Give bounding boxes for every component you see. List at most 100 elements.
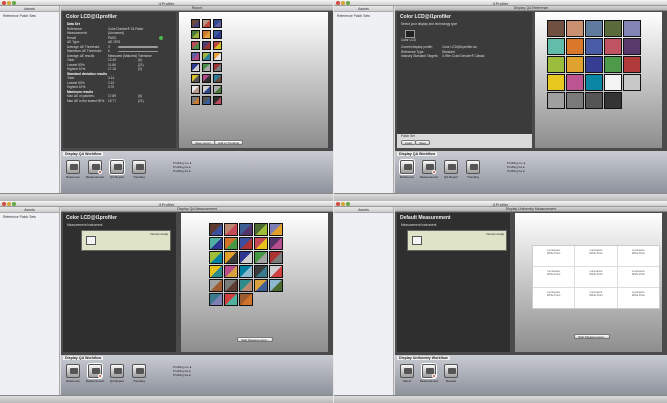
load-button[interactable]: Load xyxy=(401,140,416,145)
workflow-step[interactable]: Reference xyxy=(399,160,415,179)
color-patch xyxy=(202,52,211,61)
workflow-steps: Reference Measurement QA Report Trending xyxy=(399,160,481,179)
color-patch xyxy=(209,265,223,278)
workflow-step[interactable]: Measurement xyxy=(420,160,438,179)
row-value-2: (21) xyxy=(138,62,144,67)
row-label: Lowest 90%: xyxy=(67,80,86,85)
color-patch xyxy=(254,279,268,292)
window-report: i1Profiler Assets Reference Patch Sets +… xyxy=(0,0,333,201)
bottom-bar xyxy=(334,193,667,201)
workflow-step[interactable]: Measurement xyxy=(86,364,104,383)
color-patch xyxy=(239,279,253,292)
workflow-step[interactable]: Results xyxy=(443,364,459,383)
step-icon xyxy=(66,160,80,174)
workflow-step[interactable]: Select xyxy=(399,364,415,383)
workflow-option[interactable]: Profiling ba ● xyxy=(173,169,192,173)
start-measurement-button[interactable]: Start Measurement... xyxy=(574,334,611,339)
row-value: ColorChecker® 24 Patch xyxy=(108,26,144,31)
sidebar-item-reference-patch-sets[interactable]: Reference Patch Sets xyxy=(0,213,59,221)
uniformity-cell: Luminance White Point xyxy=(617,288,659,308)
patch-stage: Start Measurement... xyxy=(181,213,328,352)
step-label: Reference xyxy=(66,175,80,179)
color-patch xyxy=(604,38,622,55)
color-patch xyxy=(623,56,641,73)
workflow-step[interactable]: Measurement xyxy=(86,160,104,179)
threshold-slider[interactable] xyxy=(118,46,158,48)
threshold-slider[interactable] xyxy=(118,50,158,52)
assets-sidebar: Assets Reference Patch Sets + ⚙ − xyxy=(0,207,60,403)
section-header: Display QA Reference xyxy=(395,6,667,11)
row-label: Reference Type: xyxy=(401,49,425,54)
workflow-option[interactable]: Profiling ba ● xyxy=(173,373,192,377)
workflow-step[interactable]: Reference xyxy=(65,160,81,179)
step-icon xyxy=(132,364,146,378)
main-area: Display QA Measurement Color LCD@i1profi… xyxy=(61,207,333,355)
uniformity-cell: Luminance White Point xyxy=(617,246,659,266)
device-status: Device ready xyxy=(486,232,504,236)
row-value: 11.66 xyxy=(108,62,116,67)
workflow-steps: Select Measurement Results xyxy=(399,364,459,383)
start-measurement-button[interactable]: Start Measurement... xyxy=(237,337,274,342)
color-patch xyxy=(209,279,223,292)
workflow-step[interactable]: Trending xyxy=(465,160,481,179)
color-patch xyxy=(566,20,584,37)
color-patch xyxy=(213,52,222,61)
reference-rows: Current display profile: Color LCD@i1prof… xyxy=(397,45,532,59)
row-label: ΔE Type: xyxy=(67,40,80,44)
workflow-bar: Display QA Workflow Reference Measurement… xyxy=(61,151,333,193)
step-icon xyxy=(110,160,124,174)
uniformity-grid: Luminance White Point Luminance White Point… xyxy=(532,245,660,309)
color-patch xyxy=(202,30,211,39)
color-patch xyxy=(224,293,238,306)
bottom-bar xyxy=(0,395,333,403)
white-point-label: White Point xyxy=(547,294,561,297)
step-label: QA Report xyxy=(443,175,458,179)
color-patch xyxy=(623,20,641,37)
color-patch xyxy=(213,74,222,83)
row-value: 17.15 xyxy=(108,67,116,71)
color-patch xyxy=(202,74,211,83)
workflow-step[interactable]: Reference xyxy=(65,364,81,383)
color-patch xyxy=(254,237,268,250)
row-value-2: (21) xyxy=(138,98,144,103)
color-patch xyxy=(224,265,238,278)
color-patch xyxy=(604,20,622,37)
white-point-label: White Point xyxy=(631,273,645,276)
save-button[interactable]: Save xyxy=(415,140,430,145)
color-patch xyxy=(269,279,283,292)
workflow-step[interactable]: QA Report xyxy=(443,160,459,179)
assets-sidebar: Assets Reference Patch Sets + ⚙ − xyxy=(0,6,60,201)
color-patch xyxy=(254,251,268,264)
color-patch xyxy=(191,52,200,61)
row-value: 12.49 xyxy=(108,58,116,62)
report-panel: Color LCD@i1profiler Data Set Reference: C… xyxy=(63,12,176,148)
sidebar-item-reference-patch-sets[interactable]: Reference Patch Sets xyxy=(0,12,59,20)
color-patch xyxy=(585,20,603,37)
panel-title: Color LCD@i1profiler xyxy=(400,14,451,20)
row-value-2: (6) xyxy=(138,94,142,98)
workflow-step[interactable]: QA Report xyxy=(109,364,125,383)
workflow-bar: Display Uniformity Workflow Select Measur… xyxy=(395,355,667,395)
uniformity-cell: Luminance White Point xyxy=(533,288,575,308)
sidebar-item-reference-patch-sets[interactable]: Reference Patch Sets xyxy=(334,12,393,20)
color-patch xyxy=(604,92,622,109)
workflow-option[interactable]: Profiling ba ● xyxy=(507,169,526,173)
color-patch xyxy=(547,38,565,55)
workflow-step[interactable]: Trending xyxy=(131,364,147,383)
alert-badge-icon xyxy=(98,170,102,174)
uniformity-stage: Luminance White Point Luminance White Point… xyxy=(515,213,662,352)
instrument-label: Measurement Instrument xyxy=(401,223,437,227)
workflow-step[interactable]: Trending xyxy=(131,160,147,179)
color-patch xyxy=(191,19,200,28)
color-patch xyxy=(213,63,222,72)
workflow-bar: Display QA Workflow Reference Measurement… xyxy=(61,355,333,395)
row-label: Current display profile: xyxy=(401,45,433,49)
uniformity-cell: Luminance White Point xyxy=(575,246,617,266)
row-label: Average ΔE results xyxy=(67,53,95,58)
workflow-step[interactable]: QA Report xyxy=(109,160,125,179)
row-value: 0.70 xyxy=(108,85,115,89)
uniformity-cell: Luminance White Point xyxy=(533,267,575,287)
add-to-trending-button[interactable]: Add to Trending xyxy=(214,140,244,145)
color-patch xyxy=(547,56,565,73)
workflow-step[interactable]: Measurement xyxy=(420,364,438,383)
